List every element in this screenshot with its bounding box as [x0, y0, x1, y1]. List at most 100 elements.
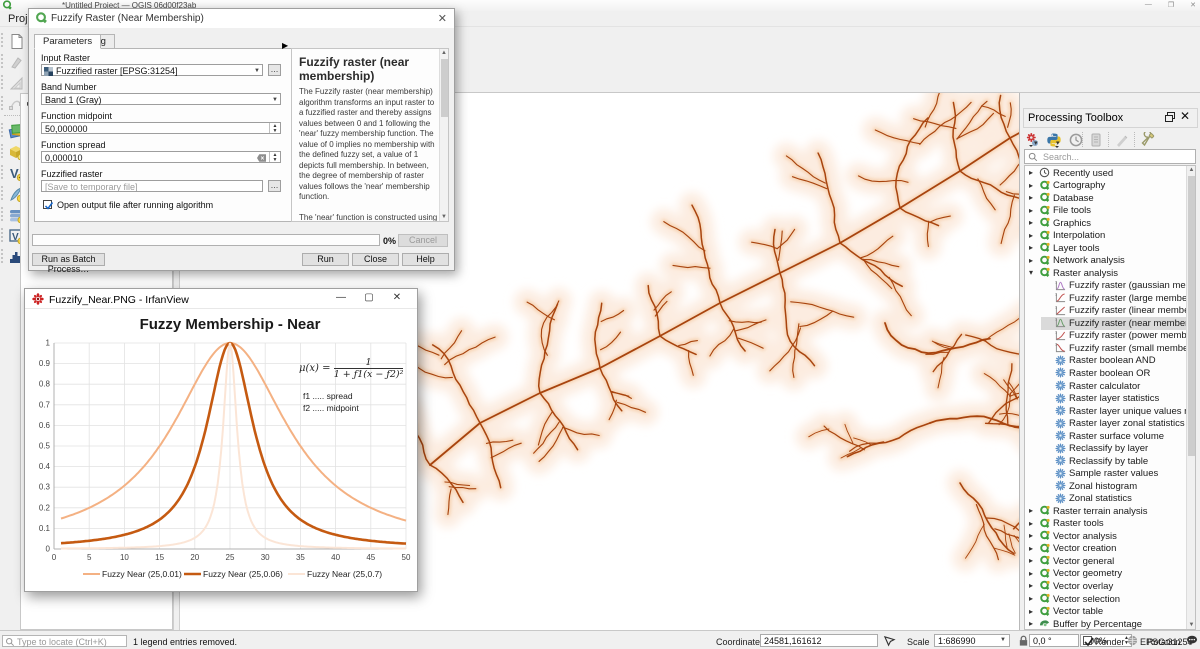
tree-item[interactable]: ▸Network analysis [1025, 255, 1195, 268]
render-checkbox[interactable] [1083, 636, 1092, 645]
tree-item[interactable]: ▸Vector geometry [1025, 568, 1195, 581]
edit-features-icon[interactable] [1114, 132, 1130, 148]
scroll-up-icon[interactable]: ▲ [1188, 167, 1195, 173]
dock-close-icon[interactable]: ✕ [1180, 109, 1194, 123]
open-output-checkbox[interactable] [43, 200, 52, 209]
toolbox-search-input[interactable]: Search... [1024, 149, 1196, 164]
collapsed-arrow-icon[interactable]: ▸ [1029, 218, 1033, 227]
tree-item[interactable]: ▸Vector table [1025, 606, 1195, 619]
collapsed-arrow-icon[interactable]: ▸ [1029, 556, 1033, 565]
collapsed-arrow-icon[interactable]: ▸ [1029, 581, 1033, 590]
tree-item[interactable]: ▸Vector analysis [1025, 530, 1195, 543]
tree-item[interactable]: ▸Vector creation [1025, 543, 1195, 556]
scale-combo[interactable]: 1:686990▼ [934, 634, 1010, 647]
tree-item[interactable]: Raster layer zonal statistics [1025, 418, 1195, 431]
midpoint-spin[interactable]: 50,000000 ▲▼ [41, 122, 281, 134]
collapsed-arrow-icon[interactable]: ▸ [1029, 619, 1033, 628]
tree-item[interactable]: ▸File tools [1025, 205, 1195, 218]
options-icon[interactable] [1140, 132, 1156, 148]
help-button[interactable]: Help [402, 253, 449, 266]
tree-item[interactable]: ▸Layer tools [1025, 242, 1195, 255]
collapsed-arrow-icon[interactable]: ▸ [1029, 531, 1033, 540]
input-raster-combo[interactable]: Fuzzified raster [EPSG:31254] ▼ [41, 64, 263, 76]
tree-item[interactable]: Zonal statistics [1025, 493, 1195, 506]
tree-item[interactable]: 1Fuzzify raster (near membership) [1025, 317, 1195, 330]
ruler-gray-icon[interactable] [6, 73, 26, 93]
collapsed-arrow-icon[interactable]: ▸ [1029, 231, 1033, 240]
collapsed-arrow-icon[interactable]: ▸ [1029, 607, 1033, 616]
tree-item[interactable]: ▸Graphics [1025, 217, 1195, 230]
tree-item[interactable]: ▸Raster tools [1025, 518, 1195, 531]
tree-item[interactable]: ▾Raster analysis [1025, 267, 1195, 280]
tree-item[interactable]: Raster layer statistics [1025, 393, 1195, 406]
messages-icon[interactable] [1186, 635, 1198, 646]
tree-item[interactable]: ▸Recently used [1025, 167, 1195, 180]
help-collapse-icon[interactable]: ▶ [282, 41, 288, 50]
coordinate-input[interactable]: 24581,161612 [760, 634, 878, 647]
tree-item[interactable]: 1Fuzzify raster (large membership) [1025, 292, 1195, 305]
collapsed-arrow-icon[interactable]: ▸ [1029, 243, 1033, 252]
help-scroll-thumb[interactable] [441, 59, 448, 117]
dock-float-icon[interactable] [1164, 110, 1178, 124]
collapsed-arrow-icon[interactable]: ▸ [1029, 256, 1033, 265]
collapsed-arrow-icon[interactable]: ▸ [1029, 544, 1033, 553]
edit-pen-gray-icon[interactable] [6, 52, 26, 72]
tree-item[interactable]: 1Fuzzify raster (power membership) [1025, 330, 1195, 343]
scroll-thumb[interactable] [1188, 176, 1195, 456]
tree-item[interactable]: Raster boolean OR [1025, 367, 1195, 380]
tab-parameters[interactable]: Parameters [34, 34, 101, 49]
collapsed-arrow-icon[interactable]: ▸ [1029, 594, 1033, 603]
tree-item[interactable]: Zonal histogram [1025, 480, 1195, 493]
help-scrollbar[interactable]: ▲ ▼ [439, 49, 448, 221]
tree-item[interactable]: ▸Cartography [1025, 180, 1195, 193]
new-document-icon[interactable] [6, 31, 26, 51]
tree-item[interactable]: Raster boolean AND [1025, 355, 1195, 368]
tree-item[interactable]: Reclassify by layer [1025, 443, 1195, 456]
tree-item[interactable]: 1Fuzzify raster (small membership) [1025, 342, 1195, 355]
tree-item[interactable]: ▸Interpolation [1025, 230, 1195, 243]
open-output-row[interactable]: Open output file after running algorithm [43, 200, 213, 210]
toolbox-scrollbar[interactable]: ▲ ▼ [1186, 166, 1195, 629]
cancel-button[interactable]: Cancel [398, 234, 448, 247]
tree-item[interactable]: 1Fuzzify raster (linear membership) [1025, 305, 1195, 318]
tree-item[interactable]: ▸Vector overlay [1025, 580, 1195, 593]
scroll-down-icon[interactable]: ▼ [1188, 622, 1195, 628]
iv-close-icon[interactable]: ✕ [383, 289, 411, 308]
locate-input[interactable]: Type to locate (Ctrl+K) [2, 635, 127, 647]
help-scroll-up-icon[interactable]: ▲ [441, 50, 447, 56]
tree-item[interactable]: ▸Vector selection [1025, 593, 1195, 606]
collapsed-arrow-icon[interactable]: ▸ [1029, 569, 1033, 578]
minimize-button[interactable]: — [1145, 1, 1152, 9]
batch-button[interactable]: Run as Batch Process… [32, 253, 105, 266]
clear-value-icon[interactable] [257, 154, 266, 162]
restore-button[interactable]: ❐ [1168, 1, 1174, 9]
lock-icon[interactable] [1018, 635, 1029, 647]
help-scroll-down-icon[interactable]: ▼ [441, 214, 447, 220]
tree-item[interactable]: ▸Buffer by Percentage [1025, 618, 1195, 630]
output-browse-button[interactable]: … [268, 180, 281, 192]
dialog-close-icon[interactable]: ✕ [438, 12, 447, 25]
tree-item[interactable]: Sample raster values [1025, 468, 1195, 481]
iv-minimize-icon[interactable]: — [327, 289, 355, 308]
collapsed-arrow-icon[interactable]: ▸ [1029, 168, 1033, 177]
tree-item[interactable]: Raster surface volume [1025, 430, 1195, 443]
iv-maximize-icon[interactable]: ▢ [355, 289, 383, 308]
rotation-spin[interactable]: 0,0 ° [1029, 634, 1079, 647]
input-raster-browse-button[interactable]: … [268, 64, 281, 76]
run-button[interactable]: Run [302, 253, 349, 266]
collapsed-arrow-icon[interactable]: ▸ [1029, 206, 1033, 215]
tree-item[interactable]: Raster calculator [1025, 380, 1195, 393]
close-button[interactable]: ✕ [1190, 1, 1196, 9]
spread-spin[interactable]: 0,000010 ▲▼ [41, 151, 281, 163]
coordinate-extent-icon[interactable] [883, 635, 896, 647]
tree-item[interactable]: Raster layer unique values report [1025, 405, 1195, 418]
tree-item[interactable]: ▸Vector general [1025, 555, 1195, 568]
crs-label[interactable]: EPSG:31254 [1140, 637, 1193, 647]
collapsed-arrow-icon[interactable]: ▸ [1029, 519, 1033, 528]
tree-item[interactable]: ▸Raster terrain analysis [1025, 505, 1195, 518]
output-input[interactable]: [Save to temporary file] [41, 180, 263, 192]
band-combo[interactable]: Band 1 (Gray)▼ [41, 93, 281, 105]
close-button-dialog[interactable]: Close [352, 253, 399, 266]
tree-item[interactable]: ▸Database [1025, 192, 1195, 205]
results-viewer-icon[interactable] [1088, 132, 1104, 148]
